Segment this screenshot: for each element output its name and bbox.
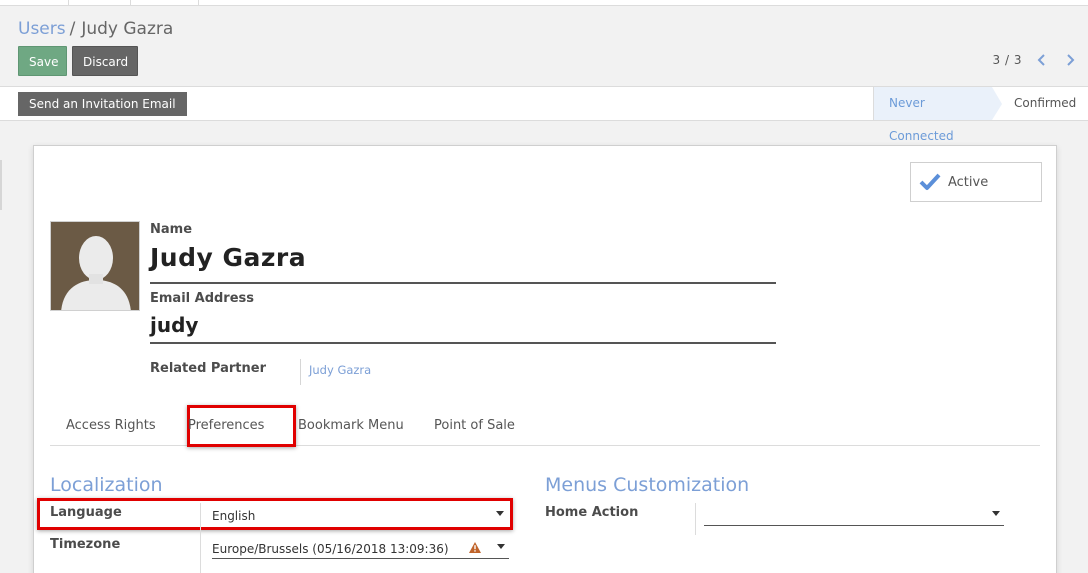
active-label: Active	[948, 175, 989, 190]
language-select[interactable]: English	[212, 504, 508, 526]
caret-down-icon	[992, 511, 1000, 516]
stage-confirmed[interactable]: Confirmed	[1014, 87, 1076, 120]
notebook-tabs: Access Rights Preferences Bookmark Menu …	[50, 405, 1040, 447]
user-silhouette-icon	[61, 236, 131, 310]
timezone-label: Timezone	[50, 537, 121, 552]
related-partner-label: Related Partner	[150, 361, 266, 376]
stage-arrow	[992, 87, 1002, 120]
control-panel: Users / Judy Gazra Save Discard 3 / 3	[0, 6, 1088, 86]
breadcrumb-separator: /	[69, 19, 76, 39]
home-action-label: Home Action	[545, 505, 639, 520]
form-sheet: Active Name Judy Gazra Email Address jud…	[33, 145, 1057, 573]
checkmark-icon	[919, 173, 941, 190]
language-value: English	[212, 509, 256, 523]
localization-title: Localization	[50, 474, 163, 496]
email-field[interactable]: judy	[150, 313, 198, 337]
name-label: Name	[150, 222, 193, 237]
language-label: Language	[50, 505, 122, 520]
caret-down-icon	[496, 511, 504, 516]
chevron-right-icon[interactable]	[1063, 52, 1077, 68]
related-partner-link[interactable]: Judy Gazra	[309, 363, 371, 377]
field-divider	[200, 503, 201, 573]
name-underline	[150, 282, 776, 284]
field-divider	[695, 503, 696, 535]
email-label: Email Address	[150, 291, 255, 306]
breadcrumb-current: Judy Gazra	[81, 19, 174, 39]
breadcrumb: Users / Judy Gazra	[18, 19, 173, 39]
tab-bookmark-menu[interactable]: Bookmark Menu	[298, 418, 404, 433]
home-action-select[interactable]	[704, 504, 1004, 526]
avatar[interactable]	[50, 221, 140, 311]
left-edge-marker	[0, 160, 2, 210]
field-divider	[300, 359, 301, 385]
warning-icon[interactable]	[469, 542, 481, 553]
save-button[interactable]: Save	[18, 46, 67, 76]
email-underline	[150, 342, 776, 344]
name-field[interactable]: Judy Gazra	[150, 243, 306, 272]
status-bar: Send an Invitation Email Never Connected…	[0, 86, 1088, 143]
timezone-select[interactable]: Europe/Brussels (05/16/2018 13:09:36)	[212, 537, 509, 559]
active-toggle-button[interactable]: Active	[910, 162, 1042, 202]
stage-never-connected[interactable]: Never Connected	[874, 87, 992, 143]
discard-button[interactable]: Discard	[72, 46, 138, 76]
tab-point-of-sale[interactable]: Point of Sale	[434, 418, 515, 433]
tab-preferences[interactable]: Preferences	[188, 418, 264, 433]
pager-value: 3 / 3	[992, 53, 1022, 67]
breadcrumb-users-link[interactable]: Users	[18, 19, 66, 39]
caret-down-icon	[497, 544, 505, 549]
menus-customization-title: Menus Customization	[545, 474, 750, 496]
chevron-left-icon[interactable]	[1035, 52, 1049, 68]
send-invitation-button[interactable]: Send an Invitation Email	[18, 92, 187, 116]
tab-access-rights[interactable]: Access Rights	[66, 418, 156, 433]
timezone-value: Europe/Brussels (05/16/2018 13:09:36)	[212, 542, 449, 556]
